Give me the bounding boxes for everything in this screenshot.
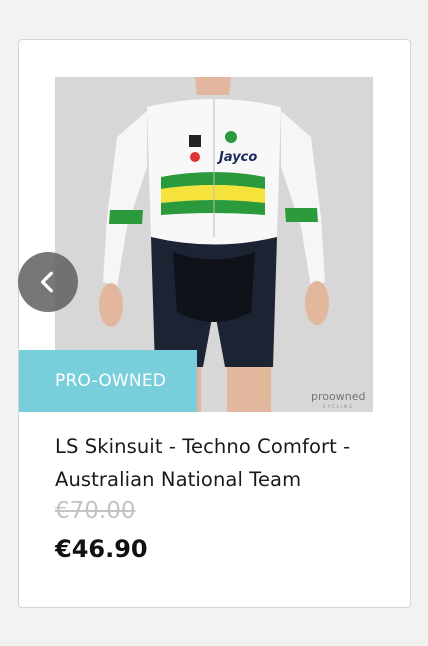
pro-owned-badge: PRO-OWNED bbox=[19, 350, 197, 412]
prev-image-button[interactable] bbox=[18, 252, 78, 312]
chevron-left-icon bbox=[40, 271, 53, 293]
original-price: €70.00 bbox=[55, 498, 136, 524]
sale-price: €46.90 bbox=[55, 535, 148, 563]
jersey-sponsor-text: Jayco bbox=[216, 150, 257, 165]
leg-print-text: AUSTRALIA bbox=[259, 367, 266, 401]
image-watermark: proowned bbox=[311, 390, 365, 403]
product-title[interactable]: LS Skinsuit - Techno Comfort - Australia… bbox=[55, 430, 385, 496]
image-watermark-sub: CYCLING bbox=[323, 404, 354, 409]
